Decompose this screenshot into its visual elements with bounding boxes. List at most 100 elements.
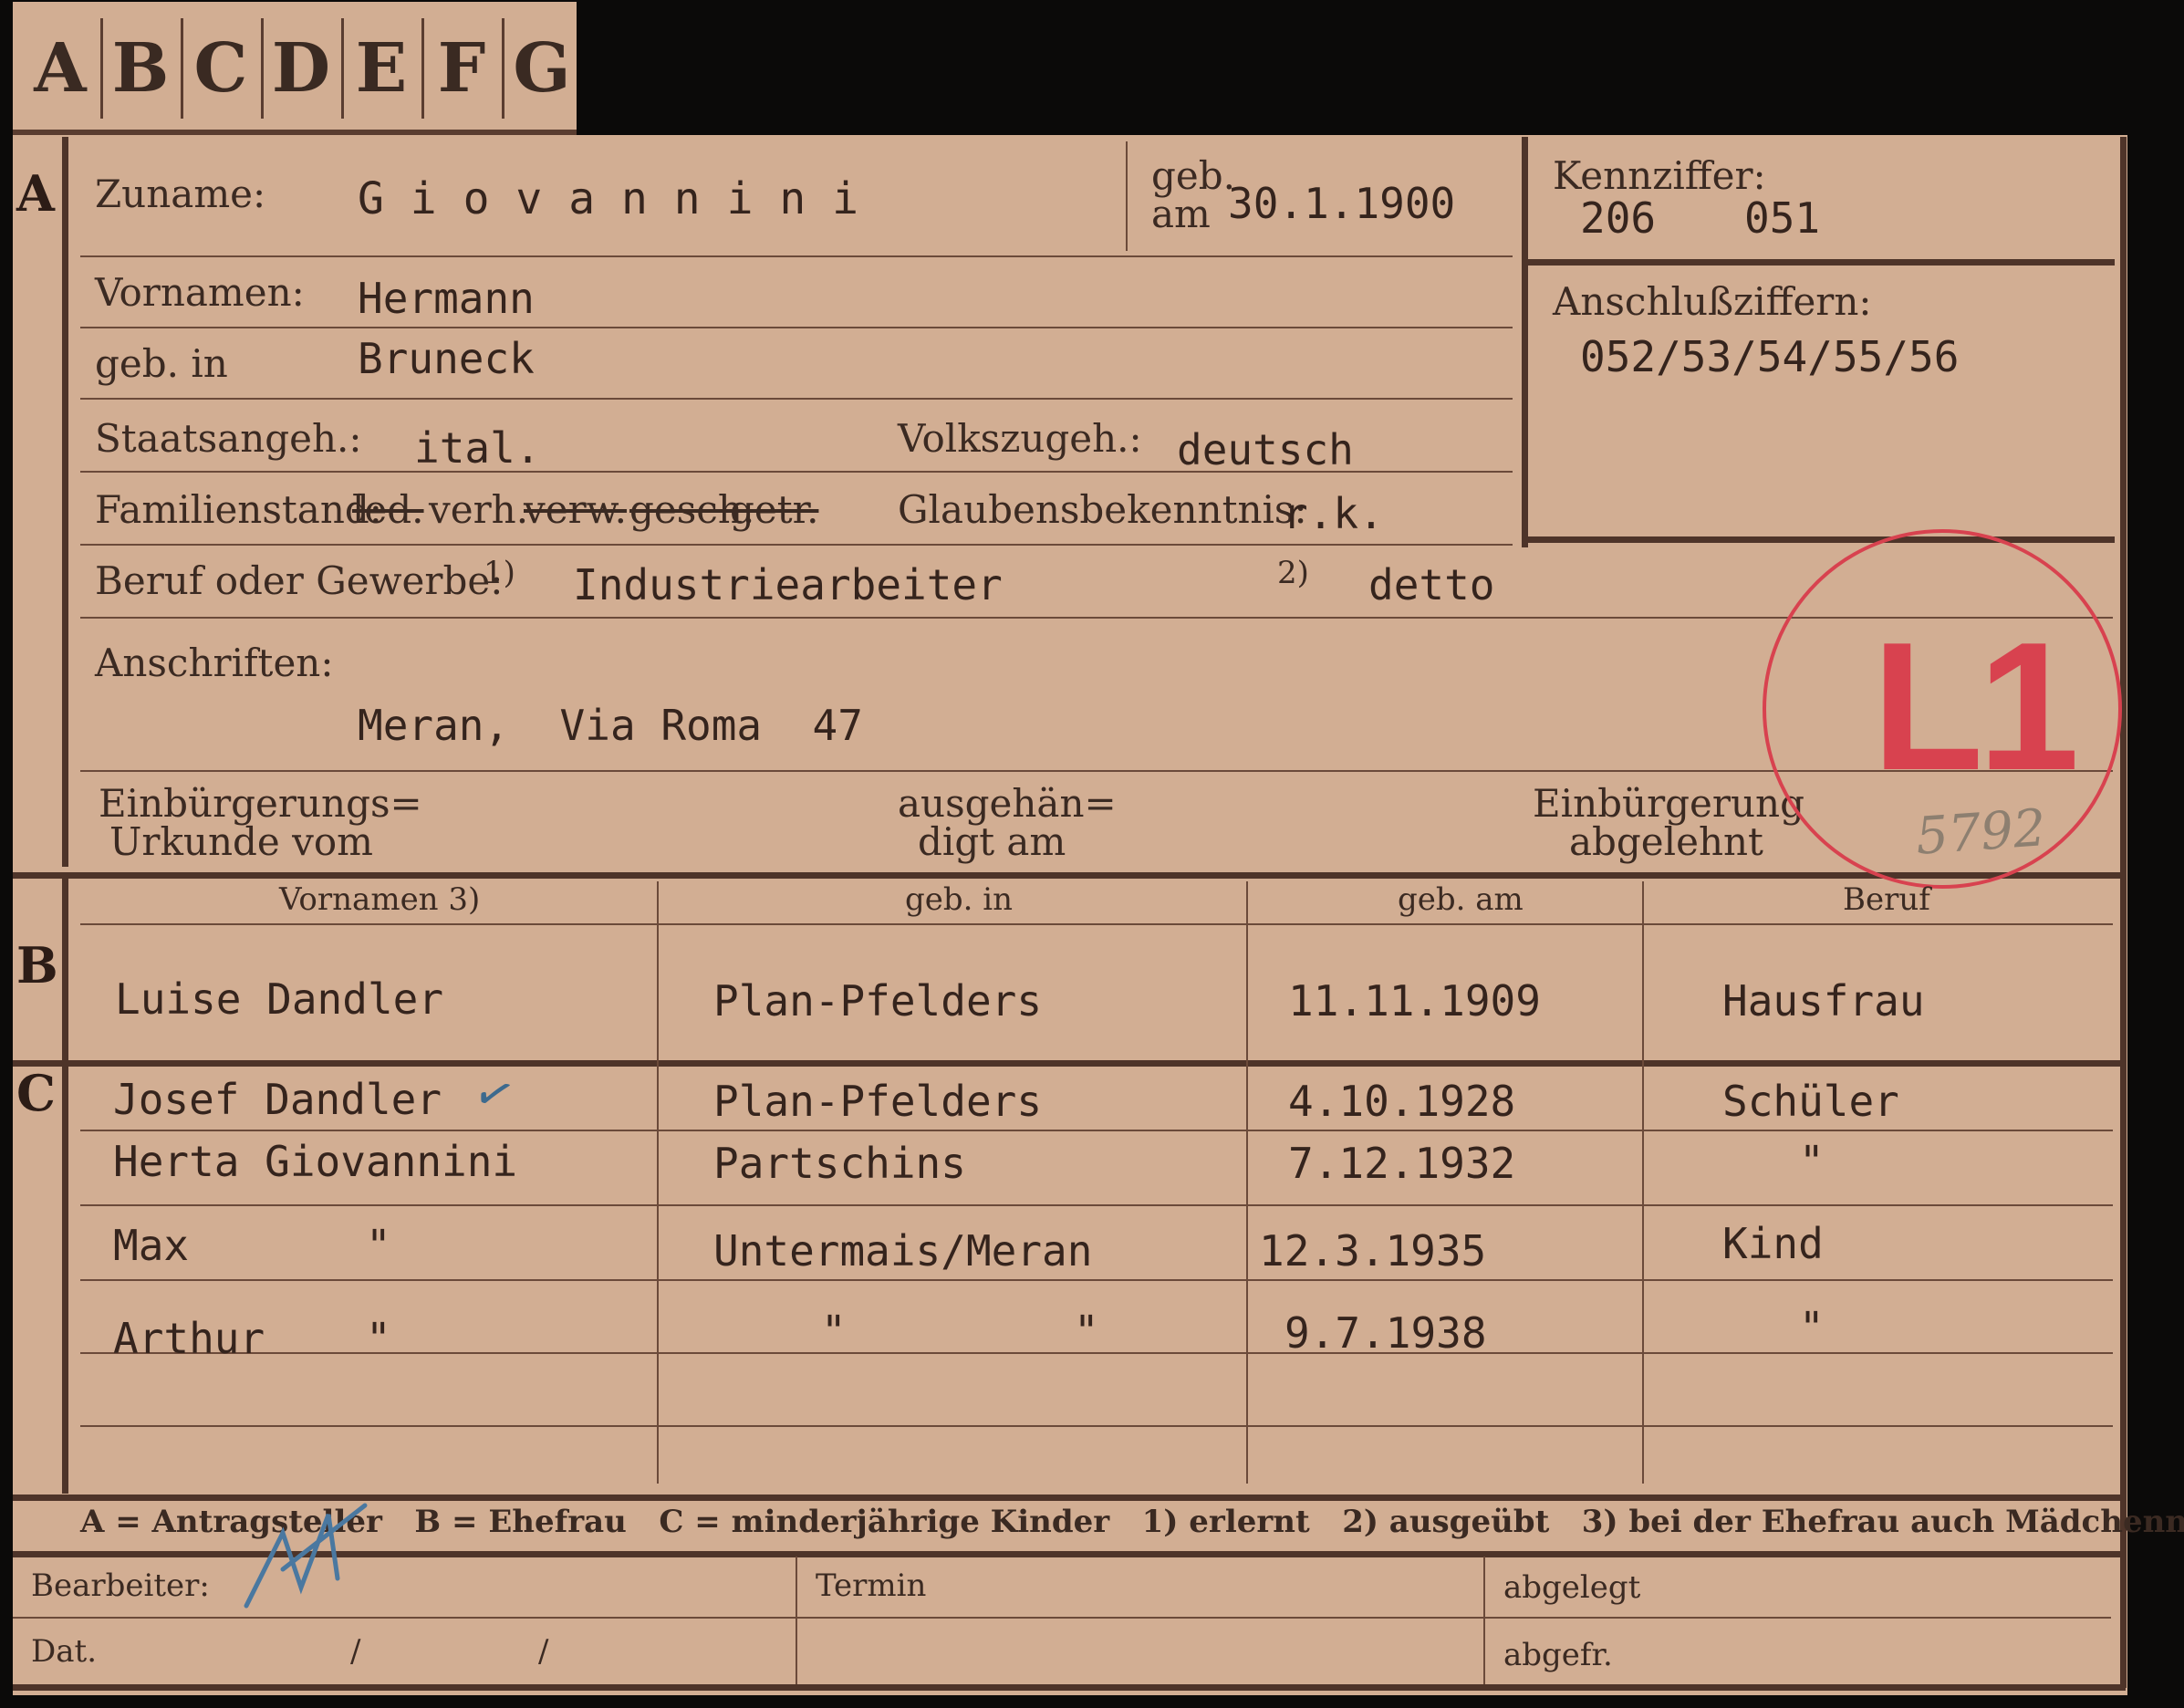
fam-opt-getr: getr. [730, 487, 819, 532]
fam-opt-verw: verw. [524, 487, 627, 532]
kennziffer-value-2: 051 [1744, 193, 1821, 243]
rule [657, 881, 659, 1484]
child-name: Max " [113, 1221, 391, 1270]
section-a-marker: A [16, 164, 55, 223]
rule [796, 1557, 797, 1684]
abgefr-label: abgefr. [1503, 1637, 1613, 1673]
anschluss-value: 052/53/54/55/56 [1580, 332, 1960, 381]
col-header-geb-in: geb. in [905, 881, 1014, 918]
fam-opt-verh: verh. [429, 487, 529, 532]
stamp-code: L1 [1872, 605, 2079, 808]
rule [13, 872, 2126, 879]
rule [13, 1060, 2126, 1067]
volk-value: deutsch [1177, 425, 1354, 474]
geb-am-label-2: am [1151, 192, 1211, 236]
abgelegt-label: abgelegt [1503, 1569, 1641, 1606]
child-name: Josef Dandler [113, 1075, 442, 1124]
staat-label: Staatsangeh.: [95, 416, 362, 461]
child-date: 9.7.1938 [1284, 1308, 1487, 1358]
rule [80, 1279, 2113, 1281]
rule [1522, 259, 2115, 266]
child-place: Plan-Pfelders [713, 1077, 1043, 1126]
volk-label: Volkszugeh.: [898, 416, 1142, 461]
section-bc-rule [62, 878, 68, 1494]
right-edge-rule [2120, 137, 2127, 1688]
tab-d[interactable]: D [261, 18, 344, 119]
child-job: " [1799, 1303, 1825, 1352]
beruf-label: Beruf oder Gewerbe: [95, 558, 504, 603]
beruf-value-1: Industriearbeiter [573, 560, 1003, 609]
zuname-label: Zuname: [95, 172, 266, 216]
rule [13, 1684, 2126, 1691]
rule [1522, 137, 1528, 547]
rule [80, 398, 1513, 400]
familienstand-label: Familienstand: [95, 487, 382, 532]
bearbeiter-label: Bearbeiter: [31, 1567, 210, 1604]
glauben-value: r.k. [1283, 489, 1384, 538]
child-job: " [1799, 1137, 1825, 1186]
beruf-note-2: 2) [1277, 555, 1309, 591]
child-place: Partschins [713, 1139, 966, 1188]
dat-label: Dat. [31, 1633, 98, 1670]
rule [1642, 881, 1644, 1484]
rule [1522, 536, 2115, 543]
tab-f[interactable]: F [421, 18, 504, 119]
anschluss-label: Anschlußziffern: [1553, 279, 1872, 324]
rule [80, 1204, 2113, 1206]
child-place: " " [821, 1307, 1099, 1356]
ausg-label-2: digt am [918, 819, 1066, 864]
tab-a[interactable]: A [20, 18, 103, 119]
rule [80, 923, 2113, 925]
child-date: 4.10.1928 [1288, 1077, 1516, 1126]
spouse-name: Luise Dandler [115, 974, 444, 1024]
rule [80, 544, 1513, 546]
fam-opt-led: led. [352, 487, 424, 532]
geb-in-label: geb. in [95, 341, 228, 386]
section-c-marker: C [16, 1064, 56, 1122]
rule [1483, 1557, 1485, 1684]
spouse-place: Plan-Pfelders [713, 976, 1043, 1026]
col-header-geb-am: geb. am [1398, 881, 1524, 918]
zuname-value: G i o v a n n i n i [358, 173, 859, 224]
section-a-rule [62, 137, 68, 867]
tab-b[interactable]: B [100, 18, 183, 119]
anschrift-value: Meran, Via Roma 47 [358, 701, 863, 750]
vornamen-label: Vornamen: [95, 270, 305, 315]
col-header-beruf: Beruf [1843, 881, 1930, 918]
rule [80, 1130, 2113, 1131]
section-b-marker: B [16, 936, 58, 995]
child-job: Schüler [1722, 1077, 1899, 1126]
beruf-value-2: detto [1368, 560, 1495, 609]
rule [80, 1425, 2113, 1427]
anschriften-label: Anschriften: [95, 640, 334, 685]
rule [1246, 881, 1248, 1484]
geb-am-value: 30.1.1900 [1228, 179, 1456, 228]
einb-label-2: Urkunde vom [109, 819, 373, 864]
spouse-job: Hausfrau [1722, 976, 1925, 1026]
rule [80, 327, 1513, 328]
dat-separator: / [350, 1633, 361, 1670]
handwritten-initials [244, 1503, 368, 1609]
child-name: Arthur " [113, 1314, 391, 1363]
child-date: 12.3.1935 [1259, 1226, 1487, 1276]
rule [80, 255, 1513, 257]
abgel-label-2: abgelehnt [1569, 819, 1763, 864]
stamp-number: 5792 [1913, 798, 2048, 867]
dat-separator: / [538, 1633, 549, 1670]
tab-c[interactable]: C [181, 18, 264, 119]
child-place: Untermais/Meran [713, 1226, 1093, 1276]
child-name: Herta Giovannini [113, 1137, 518, 1186]
tab-e[interactable]: E [341, 18, 424, 119]
kennziffer-label: Kennziffer: [1553, 153, 1766, 198]
termin-label: Termin [816, 1567, 927, 1604]
beruf-note-1: 1) [484, 555, 515, 591]
vornamen-value: Hermann [358, 274, 535, 323]
col-header-vornamen: Vornamen 3) [279, 881, 481, 918]
child-job: Kind [1722, 1219, 1824, 1268]
spouse-date: 11.11.1909 [1288, 976, 1541, 1026]
child-date: 7.12.1932 [1288, 1139, 1516, 1188]
letter-tab-strip: A B C D E F G [13, 2, 577, 135]
glauben-label: Glaubensbekenntnis: [898, 487, 1307, 532]
legend-text: A = Antragsteller B = Ehefrau C = minder… [80, 1504, 2184, 1540]
tab-g[interactable]: G [502, 18, 582, 119]
